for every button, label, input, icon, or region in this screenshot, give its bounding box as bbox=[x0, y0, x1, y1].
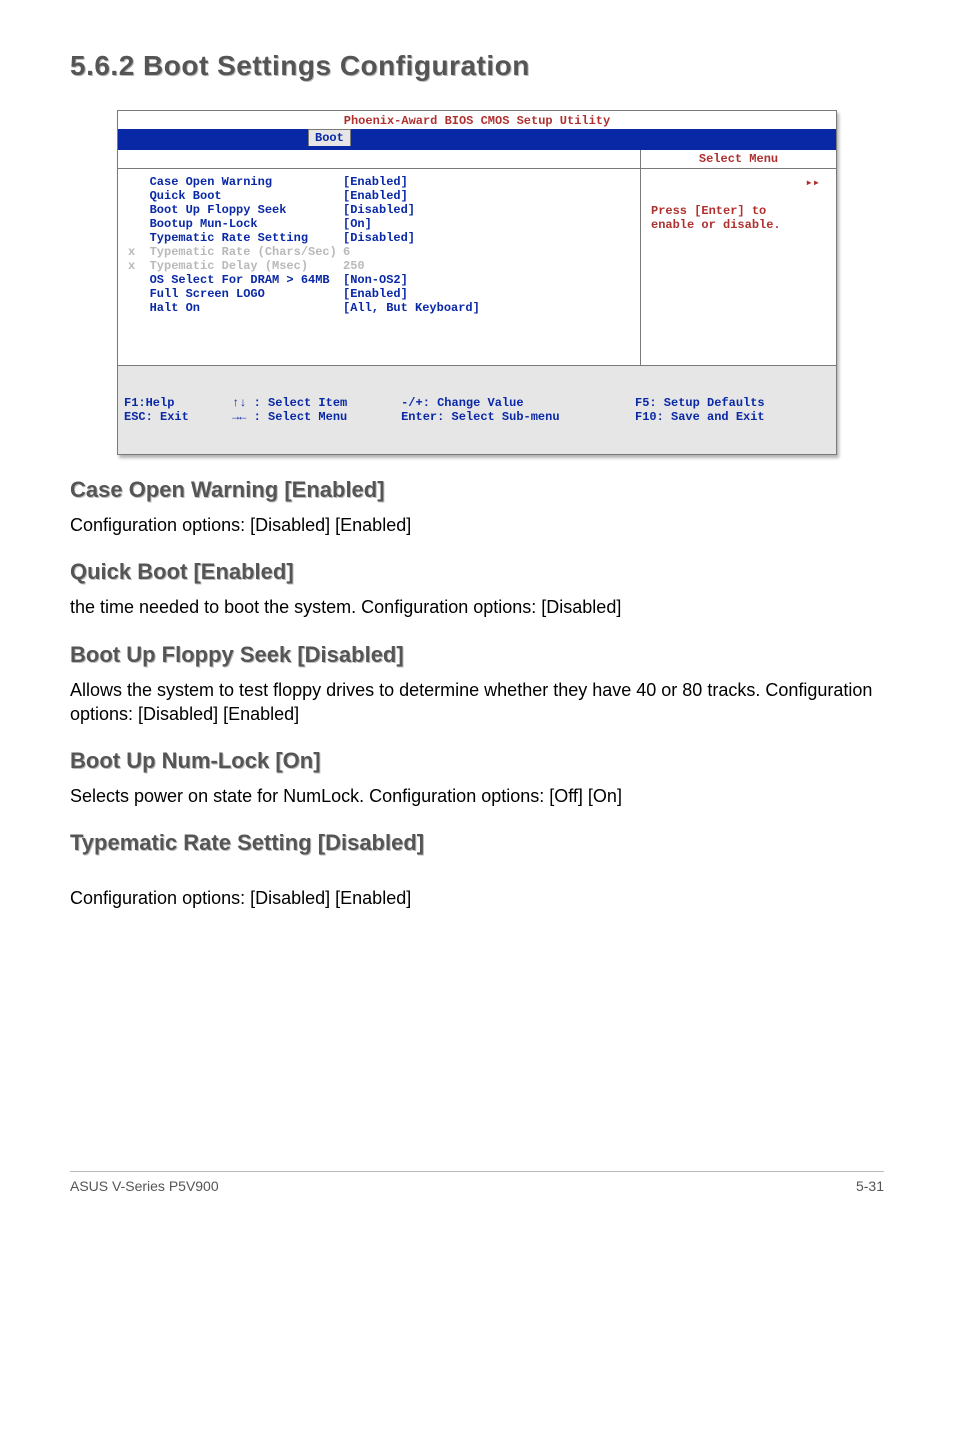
option-desc: Selects power on state for NumLock. Conf… bbox=[70, 784, 884, 808]
setting-row: Typematic Rate Setting[Disabled] bbox=[128, 231, 630, 245]
help-text-line: Press [Enter] to bbox=[651, 204, 826, 218]
scroll-arrow-icon: ▸▸ bbox=[651, 175, 826, 190]
bios-footer: F1:Help ↑↓ : Select ItemESC: Exit →← : S… bbox=[117, 366, 837, 455]
setting-row: Quick Boot[Enabled] bbox=[128, 189, 630, 203]
option-desc: Configuration options: [Disabled] [Enabl… bbox=[70, 513, 884, 537]
footer-col2: -/+: Change Value Enter: Select Sub-menu bbox=[380, 368, 636, 452]
page-footer: ASUS V-Series P5V900 5-31 bbox=[70, 1171, 884, 1194]
footer-product: ASUS V-Series P5V900 bbox=[70, 1178, 219, 1194]
setting-row-disabled: x Typematic Rate (Chars/Sec)6 bbox=[128, 245, 630, 259]
setting-row: Halt On[All, But Keyboard] bbox=[128, 301, 630, 315]
bios-body: Case Open Warning[Enabled] Quick Boot[En… bbox=[117, 169, 837, 366]
option-desc: Allows the system to test floppy drives … bbox=[70, 678, 884, 727]
setting-row: Full Screen LOGO[Enabled] bbox=[128, 287, 630, 301]
option-heading: Typematic Rate Setting [Disabled] bbox=[70, 830, 884, 856]
bios-help-pane: ▸▸ Press [Enter] to enable or disable. bbox=[640, 169, 836, 365]
option-heading: Boot Up Num-Lock [On] bbox=[70, 748, 884, 774]
setting-row: Boot Up Floppy Seek[Disabled] bbox=[128, 203, 630, 217]
bios-tabbar: Boot bbox=[117, 129, 837, 146]
setting-row: Bootup Mun-Lock[On] bbox=[128, 217, 630, 231]
section-heading: 5.6.2 Boot Settings Configuration bbox=[70, 50, 884, 82]
option-desc: Configuration options: [Disabled] [Enabl… bbox=[70, 886, 884, 910]
footer-col1: F1:Help ↑↓ : Select ItemESC: Exit →← : S… bbox=[124, 368, 380, 452]
bios-tab-boot: Boot bbox=[308, 129, 351, 146]
option-heading: Case Open Warning [Enabled] bbox=[70, 477, 884, 503]
option-desc: the time needed to boot the system. Conf… bbox=[70, 595, 884, 619]
bios-menu-header: Select Menu bbox=[117, 150, 837, 169]
option-heading: Boot Up Floppy Seek [Disabled] bbox=[70, 642, 884, 668]
select-menu-label: Select Menu bbox=[640, 150, 836, 168]
footer-page-number: 5-31 bbox=[856, 1178, 884, 1194]
help-text-line: enable or disable. bbox=[651, 218, 826, 232]
bios-screenshot: Phoenix-Award BIOS CMOS Setup Utility Bo… bbox=[117, 110, 837, 455]
setting-row: OS Select For DRAM > 64MB[Non-OS2] bbox=[128, 273, 630, 287]
setting-row-disabled: x Typematic Delay (Msec)250 bbox=[128, 259, 630, 273]
option-heading: Quick Boot [Enabled] bbox=[70, 559, 884, 585]
setting-row: Case Open Warning[Enabled] bbox=[128, 175, 630, 189]
footer-col3: F5: Setup DefaultsF10: Save and Exit bbox=[635, 368, 830, 452]
bios-title: Phoenix-Award BIOS CMOS Setup Utility bbox=[117, 110, 837, 129]
bios-settings-pane: Case Open Warning[Enabled] Quick Boot[En… bbox=[118, 169, 640, 365]
